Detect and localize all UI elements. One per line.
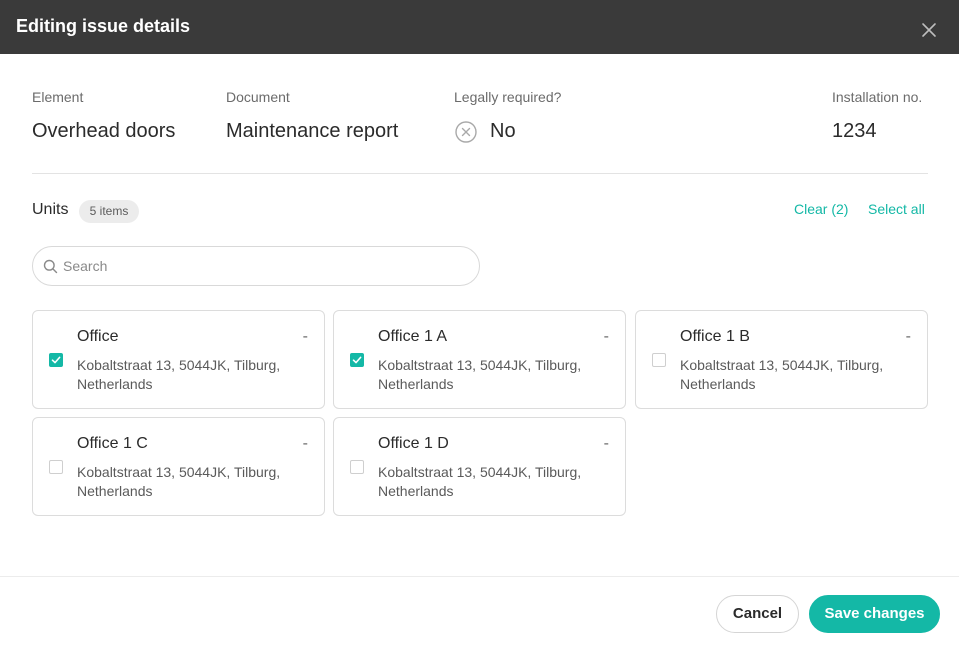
- unit-placeholder: -: [603, 435, 609, 452]
- modal-title: Editing issue details: [16, 16, 191, 36]
- unit-address: Kobaltstraat 13, 5044JK, Tilburg, Nether…: [77, 464, 281, 499]
- divider: [32, 173, 928, 174]
- unit-title: Office 1 C: [77, 435, 148, 452]
- element-value: Overhead doors: [32, 120, 176, 142]
- save-changes-button[interactable]: Save changes: [809, 595, 940, 633]
- unit-title: Office: [77, 328, 119, 345]
- modal-header: Editing issue details: [0, 0, 959, 54]
- unit-card-office-1a[interactable]: Office 1 A - Kobaltstraat 13, 5044JK, Ti…: [333, 310, 626, 409]
- unit-checkbox[interactable]: [350, 460, 364, 474]
- unit-address: Kobaltstraat 13, 5044JK, Tilburg, Nether…: [680, 357, 884, 392]
- unit-checkbox[interactable]: [350, 353, 364, 367]
- unit-title: Office 1 B: [680, 328, 750, 345]
- clear-selection-link[interactable]: Clear (2): [794, 201, 848, 217]
- unit-address: Kobaltstraat 13, 5044JK, Tilburg, Nether…: [378, 357, 582, 392]
- footer-divider: [0, 576, 959, 577]
- unit-address: Kobaltstraat 13, 5044JK, Tilburg, Nether…: [77, 357, 281, 392]
- unit-card-office-1d[interactable]: Office 1 D - Kobaltstraat 13, 5044JK, Ti…: [333, 417, 626, 516]
- document-value: Maintenance report: [226, 120, 399, 142]
- unit-title: Office 1 A: [378, 328, 448, 345]
- unit-card-office-1c[interactable]: Office 1 C - Kobaltstraat 13, 5044JK, Ti…: [32, 417, 325, 516]
- legal-label: Legally required?: [454, 89, 562, 105]
- units-count-badge: 5 items: [79, 200, 139, 223]
- legal-value: No: [490, 120, 516, 142]
- check-icon: [352, 356, 362, 364]
- unit-address: Kobaltstraat 13, 5044JK, Tilburg, Nether…: [378, 464, 582, 499]
- search-input[interactable]: [63, 256, 463, 276]
- element-label: Element: [32, 89, 84, 105]
- installation-label: Installation no.: [832, 89, 923, 105]
- unit-checkbox[interactable]: [49, 460, 63, 474]
- search-icon: [43, 259, 58, 274]
- unit-card-office-1b[interactable]: Office 1 B - Kobaltstraat 13, 5044JK, Ti…: [635, 310, 928, 409]
- unit-card-office[interactable]: Office - Kobaltstraat 13, 5044JK, Tilbur…: [32, 310, 325, 409]
- check-icon: [51, 356, 61, 364]
- select-all-link[interactable]: Select all: [868, 201, 925, 217]
- unit-placeholder: -: [302, 328, 308, 345]
- unit-checkbox[interactable]: [652, 353, 666, 367]
- cancel-button[interactable]: Cancel: [716, 595, 799, 633]
- unit-placeholder: -: [302, 435, 308, 452]
- installation-value: 1234: [832, 120, 877, 142]
- search-box[interactable]: [32, 246, 480, 286]
- unit-placeholder: -: [905, 328, 911, 345]
- circle-x-icon: [455, 121, 477, 143]
- close-icon: [922, 23, 936, 37]
- close-button[interactable]: [919, 20, 939, 40]
- unit-checkbox[interactable]: [49, 353, 63, 367]
- document-label: Document: [226, 89, 290, 105]
- unit-title: Office 1 D: [378, 435, 449, 452]
- unit-placeholder: -: [603, 328, 609, 345]
- units-label: Units: [32, 201, 69, 218]
